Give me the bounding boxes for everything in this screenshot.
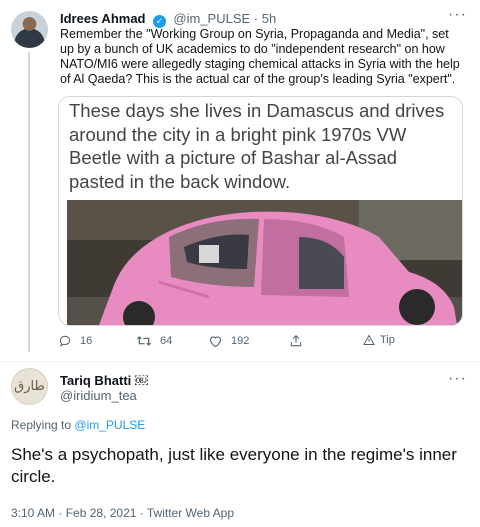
retweet-count: 64 <box>160 335 173 347</box>
thread-line <box>28 52 30 352</box>
tweet-actions: 16 64 192 Tip <box>58 334 458 352</box>
reply-text: She's a psychopath, just like everyone i… <box>11 445 457 486</box>
author-handle-time[interactable]: @im_PULSE · 5h <box>173 11 276 26</box>
like-icon <box>209 336 222 348</box>
share-icon <box>290 335 302 347</box>
more-icon[interactable]: ··· <box>448 6 467 24</box>
tweet-image[interactable]: These days she lives in Damascus and dri… <box>58 96 463 326</box>
reply-more-icon[interactable]: ··· <box>448 370 467 388</box>
author-avatar[interactable] <box>11 11 48 48</box>
author-name[interactable]: Idrees Ahmad <box>60 11 146 26</box>
tip-label: Tip <box>380 334 395 346</box>
tweet-header: Idrees Ahmad ✓ @im_PULSE · 5h <box>60 10 276 28</box>
retweet-icon <box>136 336 152 346</box>
reply-action[interactable]: 16 <box>58 334 92 348</box>
tip-action[interactable]: Tip <box>363 334 395 346</box>
tip-icon <box>363 334 375 345</box>
like-action[interactable]: 192 <box>208 334 249 348</box>
reply-timestamp-meta[interactable]: 3:10 AM · Feb 28, 2021 · Twitter Web App <box>11 506 234 520</box>
like-count: 192 <box>231 335 250 347</box>
image-caption-text: These days she lives in Damascus and dri… <box>69 100 445 192</box>
replying-to-label: Replying to <box>11 418 72 432</box>
avatar-calligraphy: ﻃﺎﺭﻕ <box>14 379 45 394</box>
retweet-action[interactable]: 64 <box>136 334 172 348</box>
replying-to-handle-link[interactable]: @im_PULSE <box>74 418 145 432</box>
reply-author-handle[interactable]: @iridium_tea <box>60 388 137 403</box>
reply-count: 16 <box>80 335 93 347</box>
divider <box>0 361 480 362</box>
share-action[interactable] <box>289 334 303 348</box>
tweet-text: Remember the "Working Group on Syria, Pr… <box>60 27 460 86</box>
replying-to-line: Replying to @im_PULSE <box>11 418 145 432</box>
reply-icon <box>59 335 71 347</box>
reply-author-avatar[interactable]: ﻃﺎﺭﻕ <box>11 368 48 405</box>
